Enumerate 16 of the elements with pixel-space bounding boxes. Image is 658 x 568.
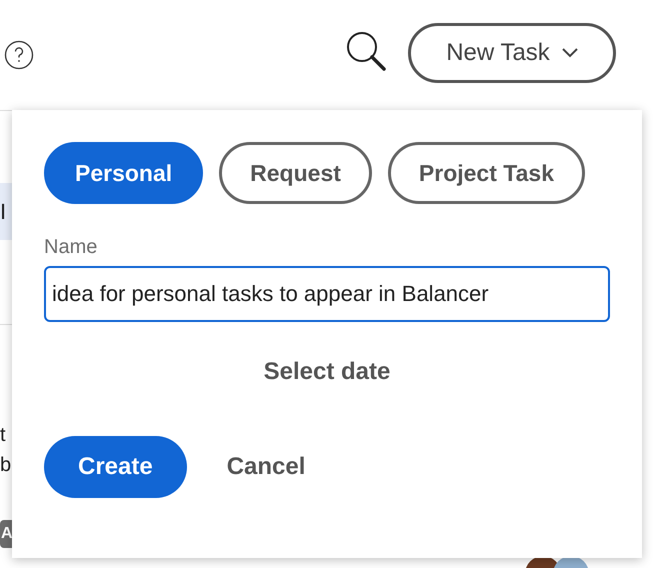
- task-type-tab[interactable]: Request: [219, 142, 372, 204]
- create-button[interactable]: Create: [44, 436, 187, 498]
- task-type-tab[interactable]: Project Task: [388, 142, 585, 204]
- field-label: Name: [44, 235, 98, 260]
- new-task-button[interactable]: New Task: [408, 23, 616, 83]
- cancel-button[interactable]: Cancel: [226, 436, 306, 498]
- name-field[interactable]: idea for personal tasks to appear in Balancer: [44, 266, 610, 322]
- row-text: b: [0, 453, 12, 478]
- task-type-tab[interactable]: Personal: [44, 142, 204, 204]
- status-badge: A: [0, 520, 12, 548]
- select-date-button[interactable]: Select date: [256, 350, 398, 394]
- row-text: I: [0, 198, 6, 226]
- table-row[interactable]: I: [0, 183, 12, 240]
- row-text: t: [0, 423, 7, 448]
- chevron-down-icon: [562, 48, 578, 58]
- help-icon[interactable]: [4, 40, 34, 70]
